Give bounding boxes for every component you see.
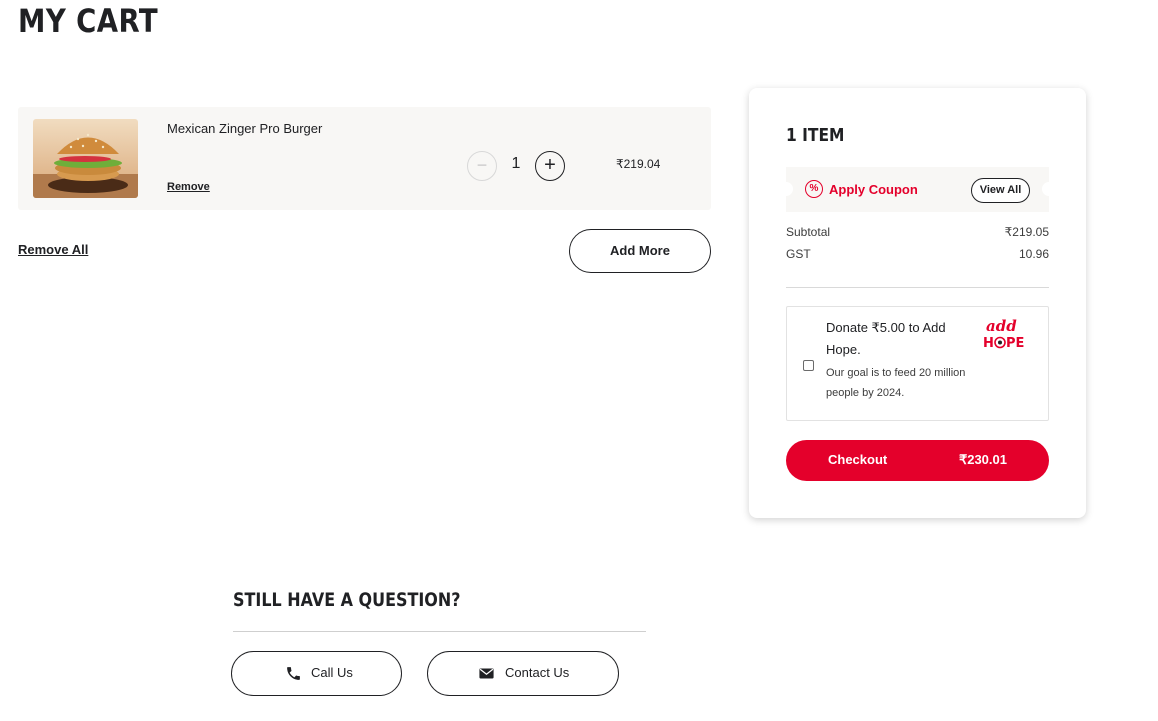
decrease-quantity-button[interactable]: − — [467, 151, 497, 181]
apply-coupon-label[interactable]: Apply Coupon — [829, 182, 918, 197]
increase-quantity-button[interactable]: + — [535, 151, 565, 181]
call-us-button[interactable]: Call Us — [231, 651, 402, 696]
contact-us-label: Contact Us — [505, 665, 570, 680]
donate-title: Donate ₹5.00 to Add Hope. — [826, 320, 946, 357]
donate-box: Donate ₹5.00 to Add Hope. Our goal is to… — [786, 306, 1049, 421]
subtotal-row: Subtotal ₹219.05 — [786, 225, 1049, 239]
checkout-total: ₹230.01 — [958, 452, 1007, 467]
mail-icon — [478, 665, 495, 682]
donate-checkbox[interactable] — [803, 360, 814, 371]
add-more-button[interactable]: Add More — [569, 229, 711, 273]
remove-item-link[interactable]: Remove — [167, 181, 210, 193]
percent-icon: % — [805, 180, 823, 198]
gst-row: GST 10.96 — [786, 247, 1049, 261]
page-title: MY CART — [18, 2, 159, 40]
checkout-button[interactable]: Checkout ₹230.01 — [786, 440, 1049, 481]
item-price: ₹219.04 — [616, 157, 661, 171]
subtotal-value: ₹219.05 — [1004, 225, 1049, 239]
view-all-coupons-button[interactable]: View All — [971, 178, 1030, 203]
help-section-title: STILL HAVE A QUESTION? — [233, 589, 461, 611]
svg-text:H: H — [983, 336, 994, 351]
contact-us-button[interactable]: Contact Us — [427, 651, 619, 696]
gst-value: 10.96 — [1018, 247, 1049, 261]
gst-label: GST — [786, 247, 811, 261]
svg-text:PE: PE — [1006, 336, 1024, 351]
items-count: 1 ITEM — [786, 125, 845, 146]
subtotal-label: Subtotal — [786, 225, 831, 239]
quantity-value: 1 — [511, 155, 521, 172]
product-name: Mexican Zinger Pro Burger — [167, 121, 323, 136]
donate-subtitle: Our goal is to feed 20 million people by… — [826, 367, 966, 399]
apply-coupon-bar[interactable]: % Apply Coupon View All — [779, 167, 1056, 212]
checkout-label: Checkout — [828, 452, 888, 467]
remove-all-link[interactable]: Remove All — [18, 242, 88, 257]
burger-image — [33, 119, 138, 198]
cart-item: Mexican Zinger Pro Burger Remove − 1 + ₹… — [18, 107, 711, 210]
call-us-label: Call Us — [311, 665, 353, 680]
order-summary-card: 1 ITEM % Apply Coupon View All Subtotal … — [749, 88, 1086, 518]
summary-divider — [786, 287, 1049, 288]
add-hope-logo: add H PE — [980, 317, 1036, 353]
phone-icon — [285, 665, 302, 682]
svg-text:add: add — [986, 317, 1017, 335]
help-divider — [233, 631, 646, 632]
